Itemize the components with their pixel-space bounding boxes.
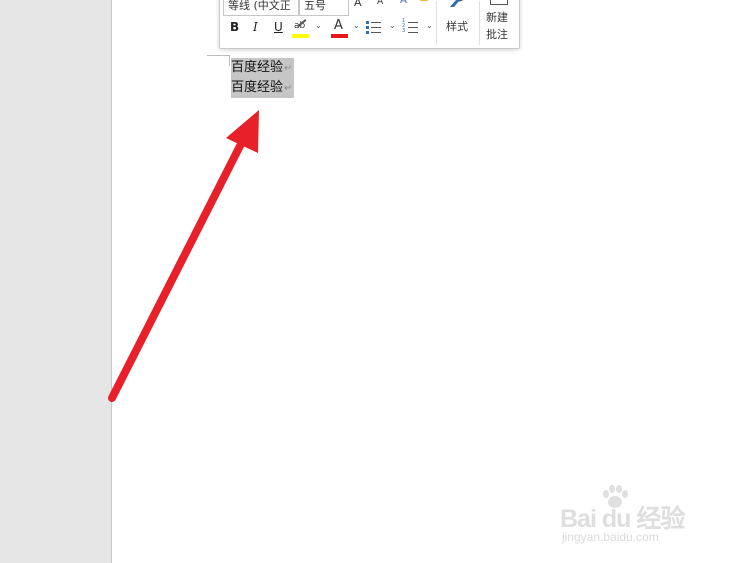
left-gutter xyxy=(0,0,112,563)
line-text: 百度经验 xyxy=(231,80,284,95)
number-glyph: 3 xyxy=(402,28,406,34)
new-comment-line2: 批注 xyxy=(486,28,508,41)
document-line-1[interactable]: 百度经验↵ xyxy=(231,58,295,78)
font-color-bar xyxy=(331,34,348,38)
bullet-dot xyxy=(366,31,369,34)
bold-button[interactable]: B xyxy=(230,19,239,35)
styles-button[interactable]: 样式 xyxy=(446,18,468,34)
bullet-line xyxy=(371,32,381,33)
bullet-dot xyxy=(366,26,369,29)
numbering-dropdown-icon[interactable]: ⌄ xyxy=(426,21,433,30)
italic-button[interactable]: I xyxy=(253,19,258,35)
bullets-dropdown-icon[interactable]: ⌄ xyxy=(389,21,396,30)
font-color-dropdown-icon[interactable]: ⌄ xyxy=(353,21,360,30)
watermark-url: jingyan.baidu.com xyxy=(562,530,659,544)
bullet-line xyxy=(371,22,381,23)
comment-icon[interactable] xyxy=(490,0,508,5)
document-line-2[interactable]: 百度经验↵ xyxy=(231,78,295,98)
shrink-font-icon[interactable]: A xyxy=(377,0,383,7)
grow-font-icon[interactable]: A xyxy=(354,0,362,9)
font-name-box[interactable]: 等线 (中文正 xyxy=(223,0,299,16)
underline-button[interactable]: U xyxy=(274,19,283,35)
font-size-box[interactable]: 五号 xyxy=(299,0,349,16)
toolbar-separator xyxy=(436,1,437,45)
document-page[interactable] xyxy=(112,0,731,563)
line-text: 百度经验 xyxy=(231,60,284,75)
new-comment-button[interactable]: 新建 批注 xyxy=(486,9,516,43)
mini-toolbar: 等线 (中文正 五号 A A A B I U ab ⌄ A ⌄ ⌄ 1 2 3 … xyxy=(219,0,520,49)
text-boundary-mark xyxy=(207,55,230,66)
font-color-button[interactable]: A xyxy=(331,18,349,39)
format-painter-icon[interactable] xyxy=(420,0,428,1)
styles-icon[interactable] xyxy=(448,0,466,8)
highlight-button[interactable]: ab xyxy=(292,19,310,39)
font-color-label: A xyxy=(334,18,343,33)
number-line xyxy=(408,22,418,23)
bullet-line xyxy=(371,27,381,28)
clear-format-icon[interactable]: A xyxy=(400,0,407,6)
paragraph-mark-icon: ↵ xyxy=(284,63,293,74)
baidu-jingyan-watermark: Bai du 经验 jingyan.baidu.com xyxy=(560,485,710,555)
numbering-button[interactable]: 1 2 3 xyxy=(402,19,419,35)
number-line xyxy=(408,27,418,28)
paragraph-mark-icon: ↵ xyxy=(284,83,293,94)
bullets-icon xyxy=(366,21,369,24)
bullets-button[interactable] xyxy=(366,19,382,35)
new-comment-line1: 新建 xyxy=(486,11,508,24)
highlight-dropdown-icon[interactable]: ⌄ xyxy=(315,21,322,30)
number-line xyxy=(408,32,418,33)
highlight-color-bar xyxy=(292,34,309,38)
toolbar-separator xyxy=(479,1,480,45)
